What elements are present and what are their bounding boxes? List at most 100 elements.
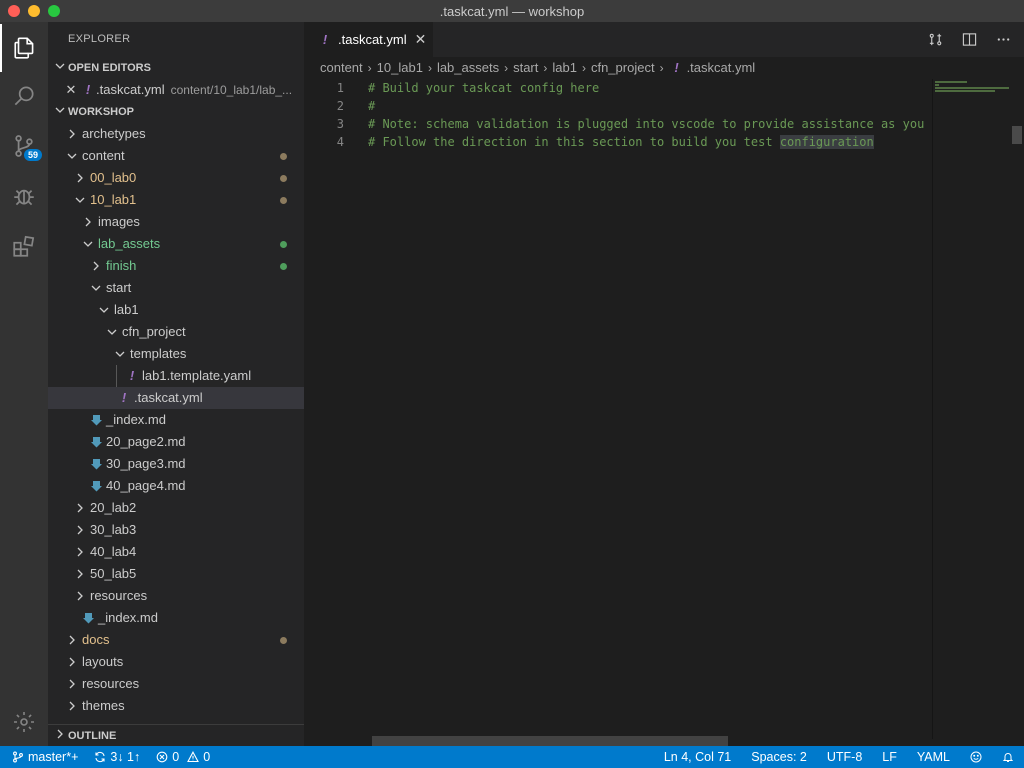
breadcrumb-item[interactable]: 10_lab1 <box>377 57 423 79</box>
tree-folder[interactable]: 10_lab1 <box>48 189 304 211</box>
vertical-scrollbar-thumb[interactable] <box>1012 126 1022 144</box>
breadcrumb-separator-icon: › <box>427 61 432 75</box>
tree-folder[interactable]: templates <box>48 343 304 365</box>
tree-file[interactable]: _index.md <box>48 409 304 431</box>
breadcrumb-item[interactable]: lab1 <box>552 57 577 79</box>
tree-folder[interactable]: 50_lab5 <box>48 563 304 585</box>
search-icon[interactable] <box>0 72 48 120</box>
tree-item-label: lab1.template.yaml <box>142 368 252 383</box>
scm-badge: 59 <box>24 149 43 161</box>
feedback-smiley-icon[interactable] <box>970 751 982 763</box>
editor-area: ! .taskcat.yml ✕ content › 10_lab1 › lab_ass… <box>304 22 1024 746</box>
tree-item-label: layouts <box>82 654 124 669</box>
sync-icon <box>95 751 105 763</box>
tree-folder[interactable]: finish <box>48 255 304 277</box>
end-of-line[interactable]: LF <box>882 750 897 764</box>
close-icon[interactable]: ✕ <box>415 31 427 48</box>
line-content: # Build your taskcat config here <box>368 81 600 95</box>
code-line: 2 # <box>304 97 932 115</box>
branch-status[interactable]: master*+ <box>12 750 78 764</box>
explorer-icon[interactable] <box>0 24 48 72</box>
tree-folder[interactable]: themes <box>48 695 304 717</box>
code-editor[interactable]: 1 # Build your taskcat config here 2 #3 # No… <box>304 79 932 679</box>
line-number: 2 <box>336 99 344 113</box>
breadcrumb-item[interactable]: content <box>320 57 363 79</box>
chevron-right-icon <box>88 255 104 277</box>
tree-folder[interactable]: start <box>48 277 304 299</box>
tree-folder[interactable]: 00_lab0 <box>48 167 304 189</box>
more-actions-icon[interactable] <box>994 30 1012 48</box>
tree-folder[interactable]: lab1 <box>48 299 304 321</box>
manage-gear-icon[interactable] <box>0 698 48 746</box>
tree-folder[interactable]: resources <box>48 673 304 695</box>
outline-header[interactable]: OUTLINE <box>48 725 304 746</box>
code-line: 1 # Build your taskcat config here <box>304 79 932 97</box>
open-editor-item[interactable]: ✕ ! .taskcat.yml content/10_lab1/lab_... <box>48 79 304 101</box>
tree-folder[interactable]: docs <box>48 629 304 651</box>
open-editors-label: OPEN EDITORS <box>68 62 151 74</box>
open-editors-header[interactable]: OPEN EDITORS <box>48 57 304 79</box>
sync-status[interactable]: 3↓ 1↑ <box>94 750 140 764</box>
chevron-down-icon <box>72 189 88 211</box>
tree-file[interactable]: 40_page4.md <box>48 475 304 497</box>
split-editor-icon[interactable] <box>960 30 978 48</box>
language-mode[interactable]: YAML <box>917 750 950 764</box>
breadcrumb-item[interactable]: .taskcat.yml <box>687 57 756 79</box>
tree-folder[interactable]: cfn_project <box>48 321 304 343</box>
untracked-dot <box>280 263 287 270</box>
tree-folder[interactable]: 30_lab3 <box>48 519 304 541</box>
tab-label: .taskcat.yml <box>338 32 407 47</box>
tree-folder[interactable]: lab_assets <box>48 233 304 255</box>
tree-file[interactable]: 30_page3.md <box>48 453 304 475</box>
chevron-right-icon <box>64 629 80 651</box>
extensions-icon[interactable] <box>0 222 48 270</box>
breadcrumb-item[interactable]: start <box>513 57 538 79</box>
chevron-right-icon <box>64 651 80 673</box>
chevron-right-icon <box>72 541 88 563</box>
minimap[interactable] <box>932 79 1010 739</box>
tree-folder[interactable]: 20_lab2 <box>48 497 304 519</box>
breadcrumb-separator-icon: › <box>504 61 509 75</box>
tree-folder[interactable]: images <box>48 211 304 233</box>
tree-folder[interactable]: resources <box>48 585 304 607</box>
editor-actions <box>926 30 1012 48</box>
problems-status[interactable]: 0 0 <box>156 750 210 764</box>
tree-folder[interactable]: 40_lab4 <box>48 541 304 563</box>
yaml-file-icon: ! <box>129 368 135 383</box>
cursor-position[interactable]: Ln 4, Col 71 <box>664 750 731 764</box>
breadcrumb-item[interactable]: cfn_project <box>591 57 655 79</box>
chevron-down-icon <box>64 145 80 167</box>
tree-folder[interactable]: content <box>48 145 304 167</box>
chevron-down-icon <box>112 343 128 365</box>
breadcrumb-separator-icon: › <box>581 61 586 75</box>
tree-item-label: .taskcat.yml <box>134 390 203 405</box>
modified-dot <box>280 637 287 644</box>
modified-dot <box>280 175 287 182</box>
breadcrumb-item[interactable]: lab_assets <box>437 57 499 79</box>
tree-item-label: 30_lab3 <box>90 522 137 537</box>
chevron-right-icon <box>52 725 68 746</box>
workspace-label: WORKSHOP <box>68 106 134 118</box>
editor-tabs: ! .taskcat.yml ✕ <box>304 22 1024 57</box>
close-icon[interactable]: ✕ <box>62 79 80 101</box>
tree-folder[interactable]: layouts <box>48 651 304 673</box>
tree-file[interactable]: ! lab1.template.yaml <box>48 365 304 387</box>
line-content: # <box>368 99 376 113</box>
notifications-bell-icon[interactable] <box>1002 751 1014 763</box>
tree-file[interactable]: 20_page2.md <box>48 431 304 453</box>
tree-file[interactable]: ! .taskcat.yml <box>48 387 304 409</box>
line-text: # Note: schema validation is plugged int… <box>368 115 932 133</box>
tab-taskcat-yml[interactable]: ! .taskcat.yml ✕ <box>304 22 433 57</box>
tree-item-label: _index.md <box>106 412 166 427</box>
tree-folder[interactable]: archetypes <box>48 123 304 145</box>
open-changes-icon[interactable] <box>926 30 944 48</box>
indentation[interactable]: Spaces: 2 <box>751 750 807 764</box>
vertical-scrollbar[interactable] <box>1010 79 1024 739</box>
debug-icon[interactable] <box>0 172 48 220</box>
source-control-icon[interactable]: 59 <box>0 122 48 170</box>
workspace-header[interactable]: WORKSHOP <box>48 101 304 123</box>
encoding[interactable]: UTF-8 <box>827 750 862 764</box>
breadcrumb-separator-icon: › <box>659 61 664 75</box>
horizontal-scrollbar[interactable] <box>372 736 728 746</box>
tree-file[interactable]: _index.md <box>48 607 304 629</box>
